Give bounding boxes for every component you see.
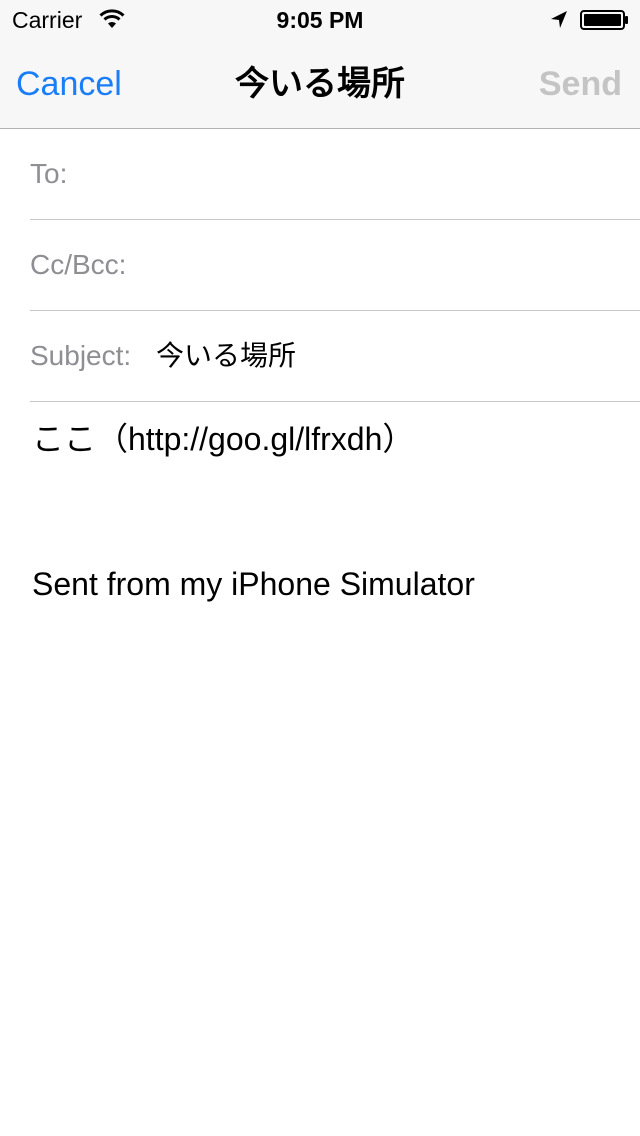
- mail-compose-screen: Carrier 9:05 PM Cancel 今いる場所 Send To: Cc…: [0, 0, 640, 1136]
- subject-label: Subject:: [30, 340, 132, 371]
- compose-title: 今いる場所: [235, 65, 405, 103]
- cc-bcc-field-row[interactable]: Cc/Bcc:: [30, 220, 640, 311]
- to-field-row[interactable]: To:: [30, 129, 640, 220]
- cancel-button[interactable]: Cancel: [16, 40, 122, 128]
- subject-input[interactable]: 今いる場所: [156, 311, 296, 401]
- to-label: To:: [30, 158, 68, 189]
- location-arrow-icon: [551, 11, 567, 28]
- cc-bcc-label: Cc/Bcc:: [30, 249, 127, 280]
- battery-icon: [580, 10, 628, 30]
- status-bar: Carrier 9:05 PM: [0, 0, 640, 40]
- message-body-text[interactable]: ここ（http://goo.gl/lfrxdh）: [32, 419, 612, 459]
- status-time: 9:05 PM: [276, 7, 364, 33]
- message-signature[interactable]: Sent from my iPhone Simulator: [32, 564, 612, 604]
- subject-field-row[interactable]: Subject: 今いる場所: [30, 311, 640, 402]
- navigation-bar: Cancel 今いる場所 Send: [0, 40, 640, 129]
- send-button[interactable]: Send: [539, 40, 622, 128]
